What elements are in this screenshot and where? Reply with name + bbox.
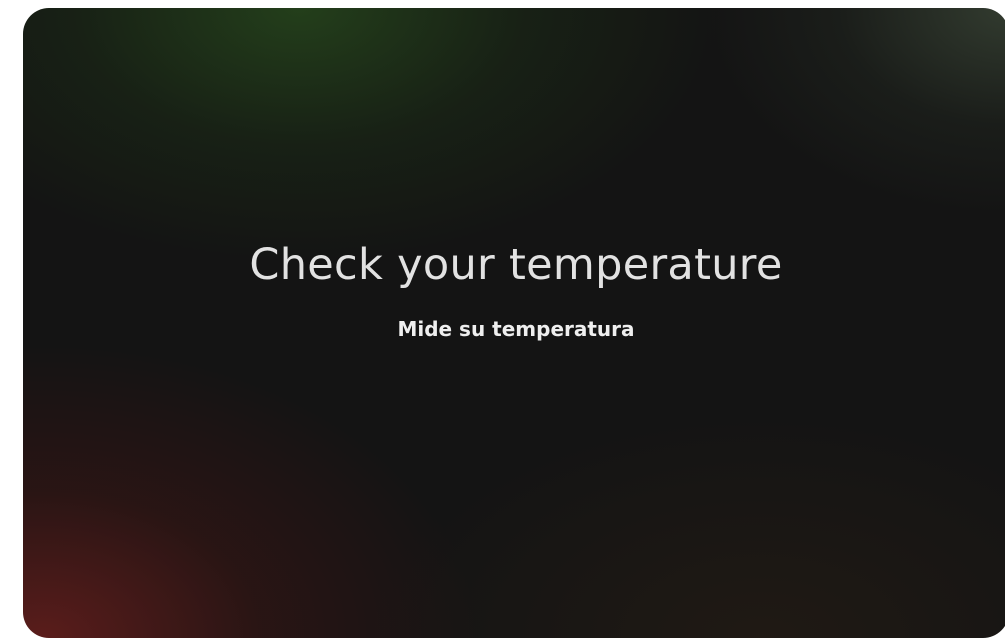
prompt-content: Check your temperature Mide su temperatu… bbox=[23, 236, 1005, 344]
screen-subtitle: Mide su temperatura bbox=[397, 317, 635, 341]
prompt-screen: Check your temperature Mide su temperatu… bbox=[23, 8, 1005, 638]
screen-title: Check your temperature bbox=[249, 240, 783, 290]
